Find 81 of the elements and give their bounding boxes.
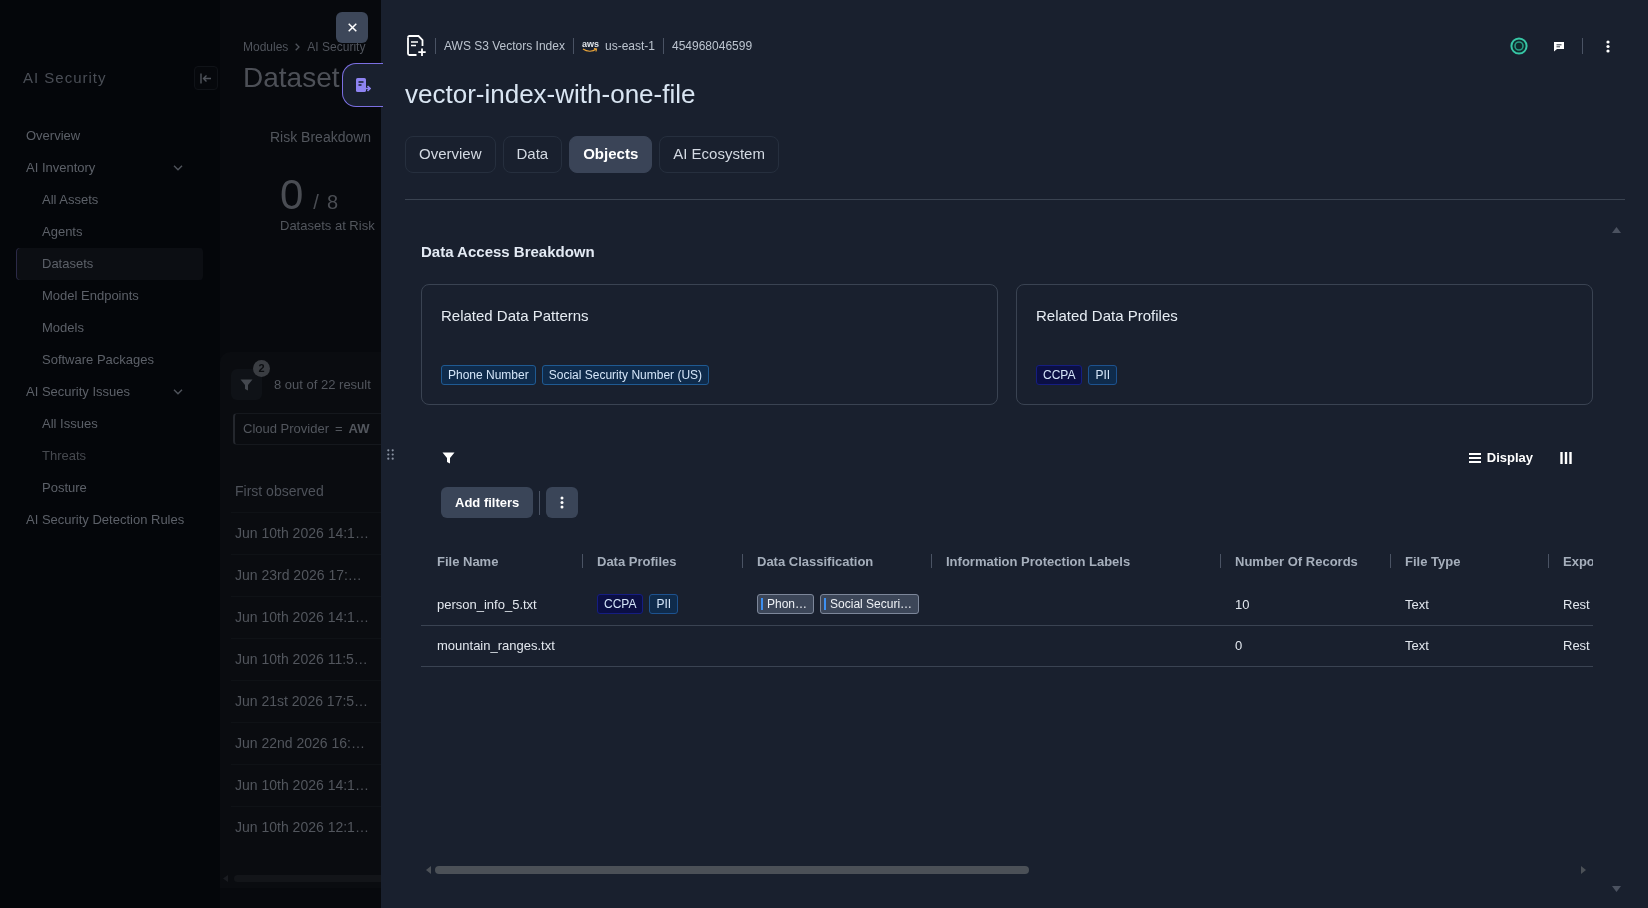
column-header[interactable]: First observed (231, 470, 381, 512)
vertical-dots-icon[interactable] (1606, 39, 1610, 53)
column-header[interactable]: Information Protection Labels (931, 539, 1220, 584)
display-button[interactable]: Display (1468, 448, 1533, 468)
sidebar-item[interactable]: All Issues (16, 408, 203, 440)
tag: CCPA (1036, 365, 1083, 385)
classification-tag: Social Securi… (820, 594, 920, 615)
card-title: Related Data Profiles (1036, 307, 1178, 325)
column-header[interactable]: Data Classification (742, 539, 931, 584)
close-button[interactable] (336, 12, 368, 43)
list-icon (1468, 453, 1481, 463)
table-cell: Rest (1548, 584, 1593, 625)
account-id: 454968046599 (672, 38, 753, 55)
table-cell: 0 (1220, 625, 1390, 666)
table-cell: person_info_5.txt (421, 584, 582, 625)
speech-bubble-icon[interactable] (1553, 40, 1565, 52)
breadcrumb-link[interactable]: Modules (243, 40, 289, 54)
risk-count: 0 (280, 173, 304, 217)
add-filters-button[interactable]: Add filters (441, 487, 534, 518)
page-title: Dataset (243, 61, 340, 95)
risk-caption: Datasets at Risk (280, 218, 375, 234)
vertical-dots-icon (560, 496, 565, 509)
sidebar-item[interactable]: Models (16, 312, 203, 344)
table-cell: Rest (1548, 625, 1593, 666)
sidebar-item[interactable]: AI Security Issues (16, 376, 203, 408)
table-cell: Text (1390, 625, 1548, 666)
funnel-icon (240, 378, 253, 391)
scrollbar-thumb[interactable] (435, 866, 1029, 874)
document-plus-icon (405, 35, 427, 57)
table-cell: Text (1390, 584, 1548, 625)
chevron-right-icon (295, 43, 301, 51)
chip-operator: = (335, 420, 343, 439)
ring-icon[interactable] (1510, 37, 1528, 55)
sidebar-item[interactable]: AI Security Detection Rules (16, 504, 203, 536)
arrow-to-bar-icon (200, 72, 212, 84)
panel-title: vector-index-with-one-file (405, 79, 696, 109)
sidebar-title: AI Security (23, 67, 107, 88)
more-button[interactable] (546, 487, 579, 518)
side-tab[interactable] (342, 63, 383, 107)
sidebar-item[interactable]: Model Endpoints (16, 280, 203, 312)
table-cell: mountain_ranges.txt (421, 625, 582, 666)
sidebar-item[interactable]: AI Inventory (16, 152, 203, 184)
resource-type: AWS S3 Vectors Index (444, 38, 565, 55)
column-header[interactable]: File Type (1390, 539, 1548, 584)
tab[interactable]: Overview (405, 136, 496, 173)
breadcrumb-link[interactable]: AI Security (307, 40, 366, 54)
risk-total: 8 (326, 190, 339, 215)
column-header[interactable]: File Name (421, 539, 582, 584)
tag: Phone Number (441, 365, 536, 385)
sidebar-item[interactable]: Overview (16, 120, 203, 152)
chip-value: AW (348, 420, 370, 439)
funnel-icon[interactable] (442, 452, 455, 464)
document-arrow-icon (355, 77, 371, 93)
sidebar-item[interactable]: Posture (16, 472, 203, 504)
card-title: Related Data Patterns (441, 307, 589, 325)
sidebar-item[interactable]: Datasets (16, 248, 203, 280)
tab[interactable]: Data (502, 136, 563, 173)
tab[interactable]: Objects (569, 136, 653, 173)
close-icon (347, 23, 357, 32)
section-title: Data Access Breakdown (421, 243, 595, 261)
grip-icon[interactable] (387, 449, 394, 460)
column-header[interactable]: Number Of Records (1220, 539, 1390, 584)
column-header[interactable]: Data Profiles (582, 539, 742, 584)
scrollbar-thumb[interactable] (234, 874, 381, 882)
sidebar-item[interactable]: All Assets (16, 184, 203, 216)
tag: Social Security Number (US) (541, 365, 710, 385)
results-summary: 8 out of 22 result (274, 375, 371, 394)
tag: CCPA (597, 594, 644, 615)
chip-field: Cloud Provider (243, 419, 329, 439)
columns-icon[interactable] (1560, 452, 1572, 464)
tag: PII (1088, 365, 1118, 385)
sidebar-item[interactable]: Software Packages (16, 344, 203, 376)
risk-breakdown-label: Risk Breakdown (270, 128, 372, 146)
risk-separator: / (313, 190, 319, 215)
tab[interactable]: AI Ecosystem (659, 136, 779, 173)
region-text: us-east-1 (604, 38, 655, 55)
tag: PII (649, 594, 679, 615)
sidebar-item[interactable]: Agents (16, 216, 203, 248)
classification-tag: Phon… (757, 594, 815, 615)
table-cell: 10 (1220, 584, 1390, 625)
provider-logo: aws (581, 39, 599, 53)
